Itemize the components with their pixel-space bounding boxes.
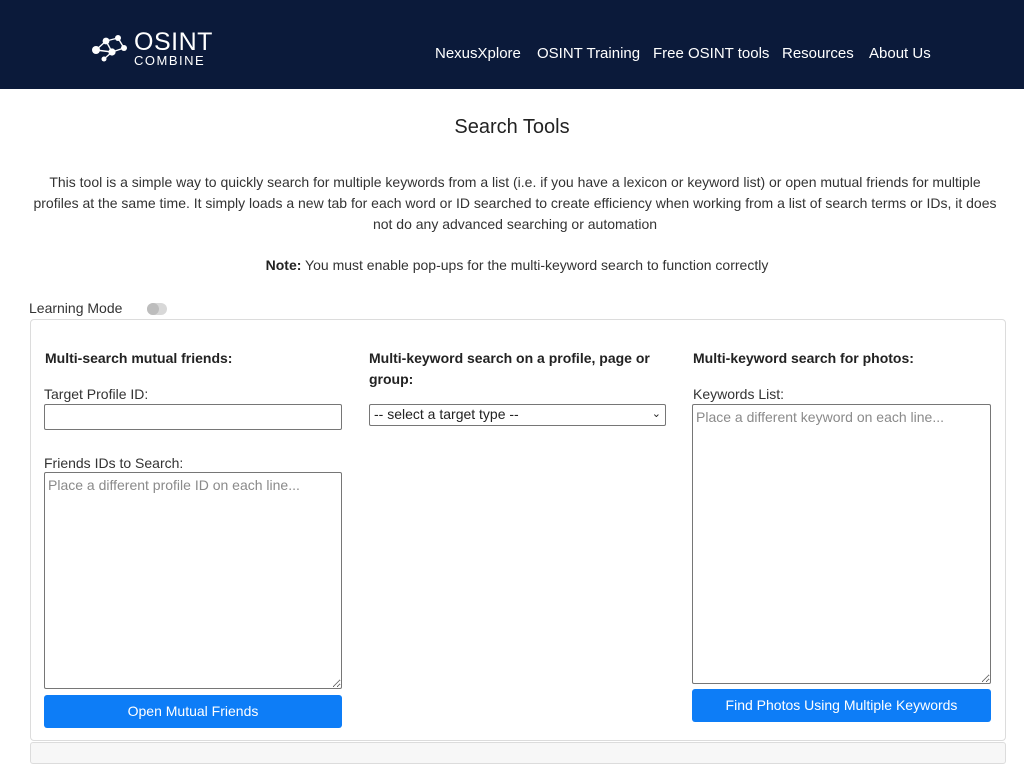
- next-card-edge: [30, 742, 1006, 764]
- osint-combine-logo[interactable]: OSINT COMBINE: [90, 30, 220, 70]
- learning-mode-label: Learning Mode: [29, 300, 123, 316]
- target-type-select[interactable]: -- select a target type -- ⌄: [369, 404, 666, 426]
- intro-text: This tool is a simple way to quickly sea…: [33, 174, 997, 232]
- nav-item-about-us[interactable]: About Us: [869, 45, 931, 62]
- note-label: Note:: [265, 257, 302, 273]
- mutual-friends-title: Multi-search mutual friends:: [45, 350, 233, 366]
- target-type-selected-value: -- select a target type --: [374, 406, 519, 422]
- logo-text-osint: OSINT: [134, 28, 213, 56]
- target-profile-label: Target Profile ID:: [44, 386, 149, 402]
- site-header: OSINT COMBINE NexusXplore OSINT Training…: [0, 0, 1024, 89]
- friends-ids-label: Friends IDs to Search:: [44, 455, 184, 471]
- popup-note: Note: You must enable pop-ups for the mu…: [0, 257, 1024, 273]
- logo-text-combine: COMBINE: [134, 53, 206, 68]
- profile-search-title: Multi-keyword search on a profile, page …: [369, 350, 650, 387]
- keywords-list-textarea[interactable]: [692, 404, 991, 684]
- nav-item-resources[interactable]: Resources: [782, 45, 854, 62]
- keywords-list-label: Keywords List:: [693, 386, 785, 402]
- toggle-knob: [147, 303, 159, 315]
- nav-item-nexusxplore[interactable]: NexusXplore: [435, 45, 521, 62]
- nav-item-free-osint-tools[interactable]: Free OSINT tools: [653, 45, 769, 62]
- note-text: You must enable pop-ups for the multi-ke…: [301, 257, 769, 273]
- learning-mode-toggle[interactable]: [147, 303, 167, 315]
- find-photos-button[interactable]: Find Photos Using Multiple Keywords: [692, 689, 991, 722]
- target-profile-input[interactable]: [44, 404, 342, 430]
- chevron-down-icon: ⌄: [651, 408, 661, 420]
- photos-search-title: Multi-keyword search for photos:: [693, 350, 914, 366]
- open-mutual-friends-button[interactable]: Open Mutual Friends: [44, 695, 342, 728]
- network-nodes-icon: [92, 35, 127, 62]
- page-title: Search Tools: [454, 116, 570, 138]
- friends-ids-textarea[interactable]: [44, 472, 342, 689]
- nav-item-osint-training[interactable]: OSINT Training: [537, 45, 640, 62]
